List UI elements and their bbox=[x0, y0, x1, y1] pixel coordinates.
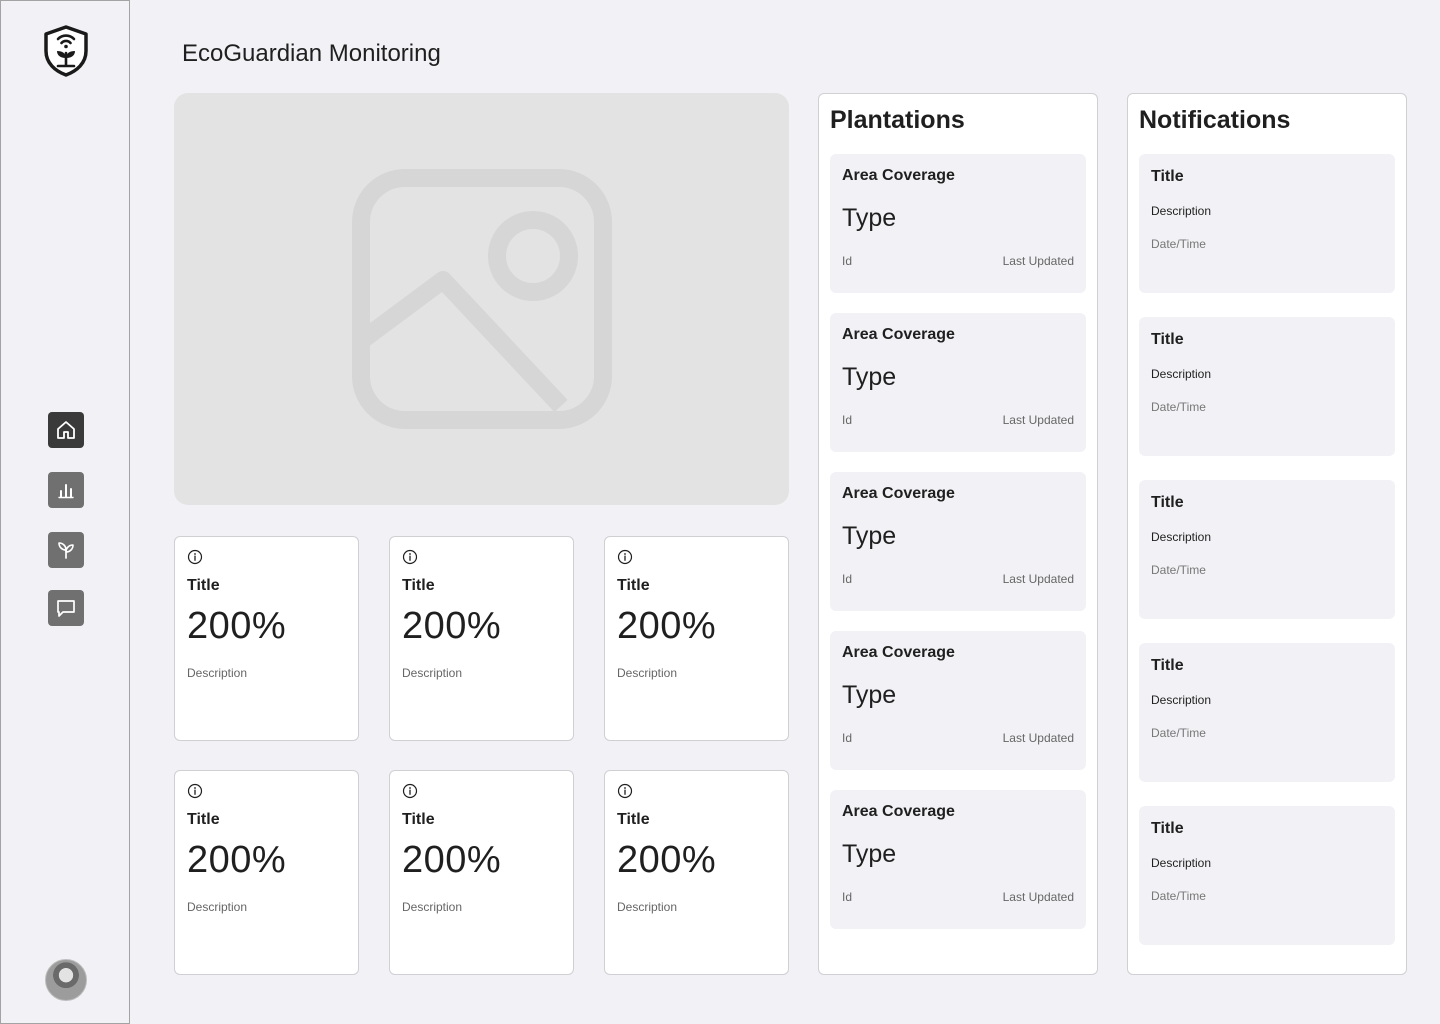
notification-description: Description bbox=[1151, 530, 1212, 544]
plantation-area-coverage: Area Coverage bbox=[842, 803, 955, 820]
nav-messages-button[interactable] bbox=[48, 590, 84, 626]
notification-item[interactable]: Title Description Date/Time bbox=[1139, 480, 1395, 619]
stat-value: 200% bbox=[617, 605, 717, 647]
plantation-id: Id bbox=[842, 254, 853, 268]
stat-card[interactable]: Title 200% Description bbox=[604, 770, 789, 975]
plantation-type: Type bbox=[842, 363, 897, 391]
plantation-type: Type bbox=[842, 681, 897, 709]
plantation-area-coverage: Area Coverage bbox=[842, 326, 955, 343]
stat-title: Title bbox=[617, 577, 650, 594]
hero-image-placeholder bbox=[174, 93, 789, 505]
nav-home-button[interactable] bbox=[48, 412, 84, 448]
stat-description: Description bbox=[187, 900, 248, 914]
plantation-type: Type bbox=[842, 204, 897, 232]
shield-plant-wifi-icon[interactable] bbox=[43, 25, 89, 77]
notification-title: Title bbox=[1151, 168, 1184, 185]
plantation-id: Id bbox=[842, 890, 853, 904]
notification-description: Description bbox=[1151, 204, 1212, 218]
plantation-last-updated: Last Updated bbox=[1002, 413, 1074, 427]
stat-value: 200% bbox=[402, 605, 502, 647]
notification-description: Description bbox=[1151, 856, 1212, 870]
plantation-area-coverage: Area Coverage bbox=[842, 485, 955, 502]
plantation-last-updated: Last Updated bbox=[1002, 731, 1074, 745]
notification-item[interactable]: Title Description Date/Time bbox=[1139, 317, 1395, 456]
stat-value: 200% bbox=[402, 839, 502, 881]
notifications-title: Notifications bbox=[1139, 106, 1291, 134]
notification-datetime: Date/Time bbox=[1151, 400, 1206, 414]
notification-description: Description bbox=[1151, 693, 1212, 707]
notification-datetime: Date/Time bbox=[1151, 563, 1206, 577]
sidebar bbox=[0, 0, 130, 1024]
home-icon bbox=[57, 421, 75, 439]
plantation-item[interactable]: Area Coverage Type Id Last Updated bbox=[830, 631, 1086, 770]
stat-title: Title bbox=[402, 811, 435, 828]
stat-card[interactable]: Title 200% Description bbox=[389, 536, 574, 741]
plantation-last-updated: Last Updated bbox=[1002, 572, 1074, 586]
stat-value: 200% bbox=[617, 839, 717, 881]
plantation-id: Id bbox=[842, 731, 853, 745]
image-placeholder-icon bbox=[351, 169, 612, 429]
plantation-item[interactable]: Area Coverage Type Id Last Updated bbox=[830, 790, 1086, 929]
nav-plants-button[interactable] bbox=[48, 532, 84, 568]
stat-card[interactable]: Title 200% Description bbox=[174, 536, 359, 741]
stat-card[interactable]: Title 200% Description bbox=[174, 770, 359, 975]
notification-item[interactable]: Title Description Date/Time bbox=[1139, 643, 1395, 782]
plantation-type: Type bbox=[842, 840, 897, 868]
plantations-title: Plantations bbox=[830, 106, 965, 134]
notification-title: Title bbox=[1151, 494, 1184, 511]
info-icon[interactable] bbox=[402, 549, 418, 565]
info-icon[interactable] bbox=[617, 783, 633, 799]
info-icon[interactable] bbox=[187, 549, 203, 565]
stat-card[interactable]: Title 200% Description bbox=[389, 770, 574, 975]
plantation-id: Id bbox=[842, 572, 853, 586]
info-icon[interactable] bbox=[402, 783, 418, 799]
notification-datetime: Date/Time bbox=[1151, 237, 1206, 251]
notification-title: Title bbox=[1151, 331, 1184, 348]
plantations-panel: Plantations Area Coverage Type Id Last U… bbox=[818, 93, 1098, 975]
plantation-area-coverage: Area Coverage bbox=[842, 167, 955, 184]
info-icon[interactable] bbox=[617, 549, 633, 565]
sprout-icon bbox=[58, 542, 74, 559]
stat-description: Description bbox=[617, 900, 678, 914]
stat-description: Description bbox=[402, 666, 463, 680]
stat-title: Title bbox=[187, 577, 220, 594]
notifications-panel: Notifications Title Description Date/Tim… bbox=[1127, 93, 1407, 975]
notification-item[interactable]: Title Description Date/Time bbox=[1139, 154, 1395, 293]
stat-description: Description bbox=[187, 666, 248, 680]
stat-value: 200% bbox=[187, 839, 287, 881]
stat-title: Title bbox=[617, 811, 650, 828]
notification-datetime: Date/Time bbox=[1151, 889, 1206, 903]
plantation-item[interactable]: Area Coverage Type Id Last Updated bbox=[830, 313, 1086, 452]
stat-card[interactable]: Title 200% Description bbox=[604, 536, 789, 741]
plantation-id: Id bbox=[842, 413, 853, 427]
user-avatar[interactable] bbox=[45, 959, 87, 1001]
nav-analytics-button[interactable] bbox=[48, 472, 84, 508]
notification-datetime: Date/Time bbox=[1151, 726, 1206, 740]
stat-description: Description bbox=[617, 666, 678, 680]
stat-description: Description bbox=[402, 900, 463, 914]
notification-description: Description bbox=[1151, 367, 1212, 381]
plantation-last-updated: Last Updated bbox=[1002, 254, 1074, 268]
plantation-item[interactable]: Area Coverage Type Id Last Updated bbox=[830, 472, 1086, 611]
notification-title: Title bbox=[1151, 657, 1184, 674]
notification-item[interactable]: Title Description Date/Time bbox=[1139, 806, 1395, 945]
plantation-type: Type bbox=[842, 522, 897, 550]
info-icon[interactable] bbox=[187, 783, 203, 799]
plantation-item[interactable]: Area Coverage Type Id Last Updated bbox=[830, 154, 1086, 293]
chat-icon bbox=[57, 600, 75, 617]
bar-chart-icon bbox=[58, 484, 74, 499]
plantation-area-coverage: Area Coverage bbox=[842, 644, 955, 661]
notification-title: Title bbox=[1151, 820, 1184, 837]
stat-title: Title bbox=[402, 577, 435, 594]
plantation-last-updated: Last Updated bbox=[1002, 890, 1074, 904]
page-title: EcoGuardian Monitoring bbox=[182, 40, 441, 67]
stat-value: 200% bbox=[187, 605, 287, 647]
stat-title: Title bbox=[187, 811, 220, 828]
